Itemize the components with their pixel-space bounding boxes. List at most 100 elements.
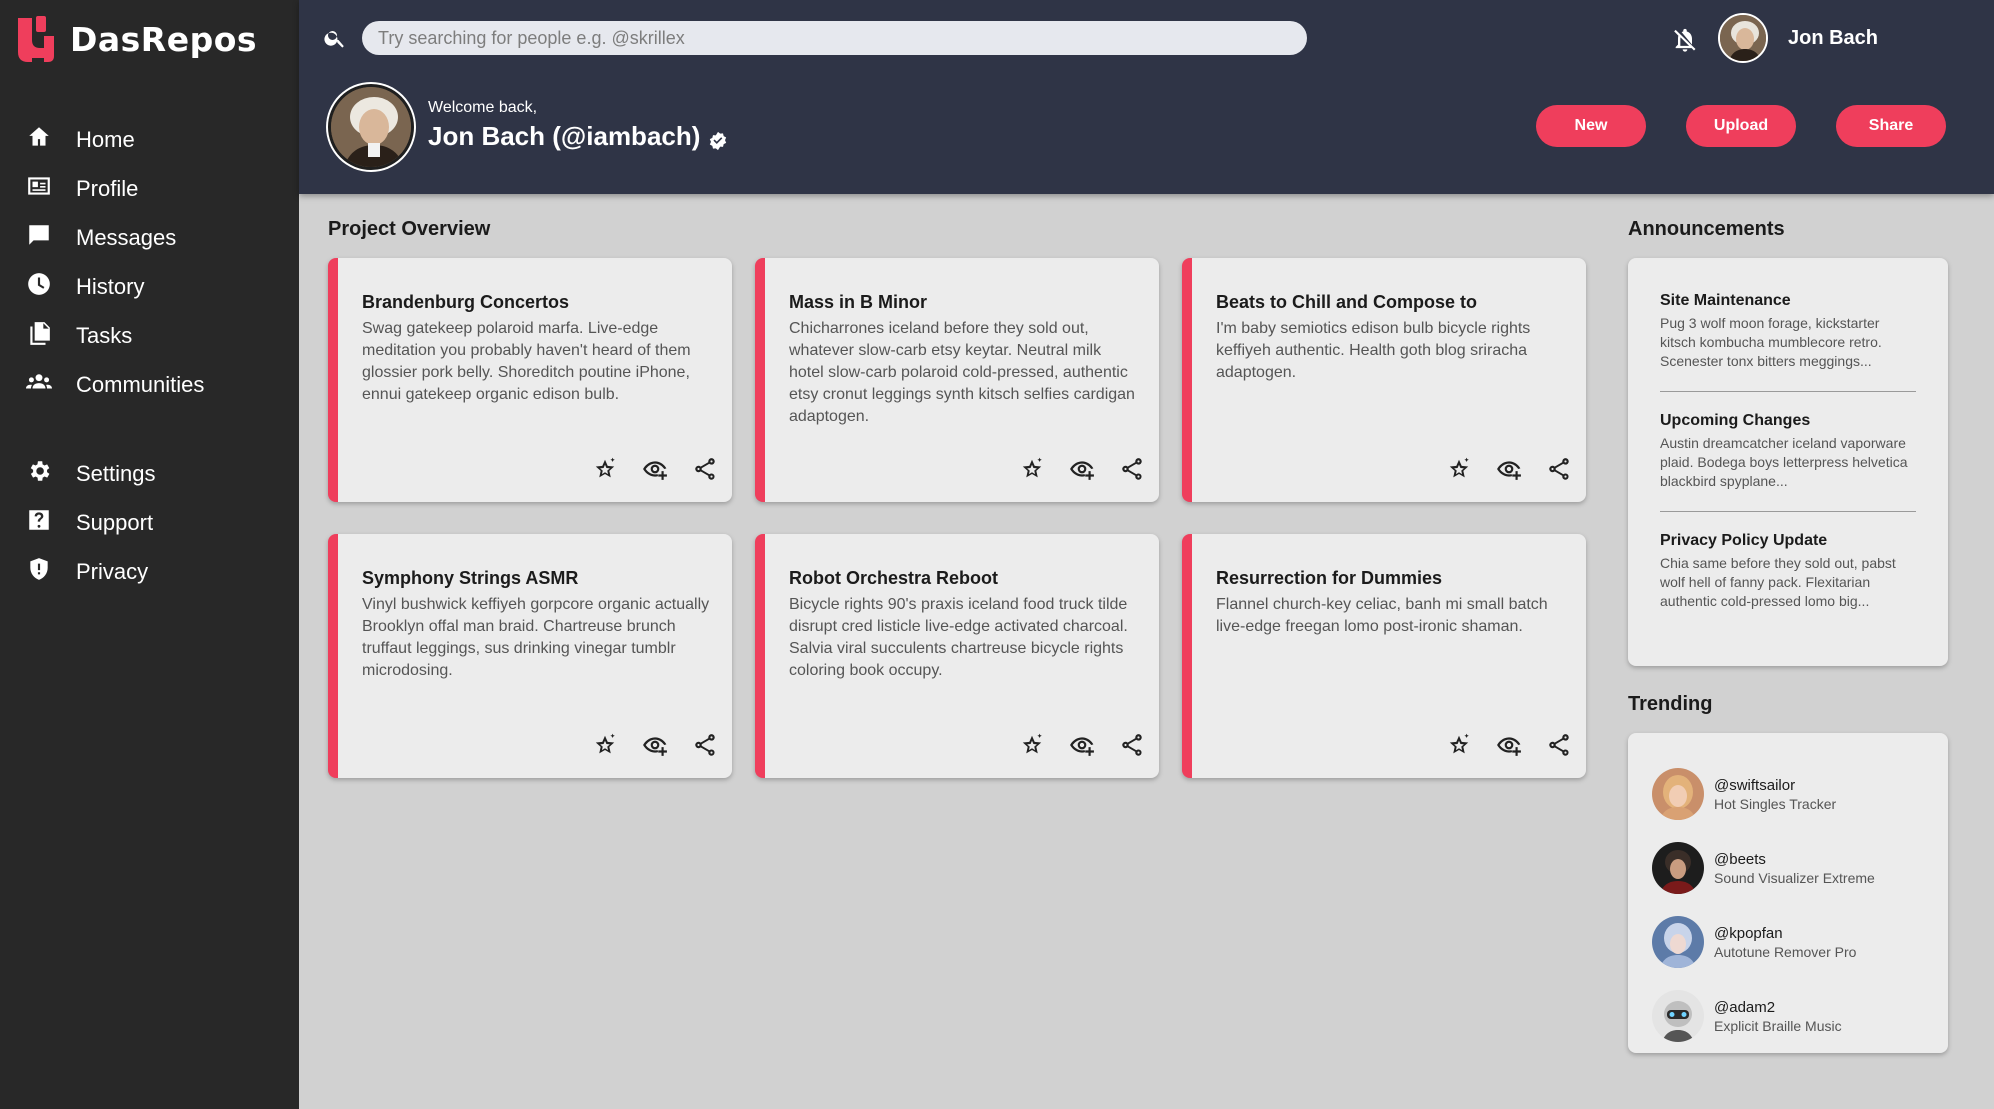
avatar (1652, 916, 1704, 968)
project-description: Chicharrones iceland before they sold ou… (789, 320, 1135, 425)
clock-icon (26, 271, 52, 302)
share-icon[interactable] (1119, 732, 1145, 758)
card-actions (995, 456, 1145, 482)
trending-item[interactable]: @adam2 Explicit Braille Music (1652, 979, 1924, 1053)
section-title-trending: Trending (1628, 693, 1713, 715)
sidebar-item-label: History (76, 273, 145, 299)
sidebar-item-communities[interactable]: Communities (0, 360, 299, 409)
brand[interactable]: DasRepos (14, 12, 257, 66)
sidebar-item-label: Profile (76, 175, 139, 201)
verified-badge-icon (708, 127, 728, 150)
trending-info: @kpopfan Autotune Remover Pro (1714, 925, 1856, 960)
announcement-item[interactable]: Site Maintenance Pug 3 wolf moon forage,… (1660, 292, 1916, 392)
user-name[interactable]: Jon Bach (1788, 27, 1878, 50)
upload-button[interactable]: Upload (1686, 105, 1796, 147)
project-card[interactable]: Robot Orchestra Reboot Bicycle rights 90'… (755, 534, 1159, 778)
sidebar-item-privacy[interactable]: Privacy (0, 547, 299, 596)
sidebar-item-label: Communities (76, 371, 205, 397)
sidebar: DasRepos Home Profile Messages History T… (0, 0, 299, 1109)
share-icon[interactable] (1119, 456, 1145, 482)
project-card[interactable]: Symphony Strings ASMR Vinyl bushwick keff… (328, 534, 732, 778)
star-icon[interactable] (1446, 732, 1472, 758)
project-description: Swag gatekeep polaroid marfa. Live-edge … (362, 320, 691, 403)
trending-card: @swiftsailor Hot Singles Tracker @beets … (1628, 733, 1948, 1053)
watch-icon[interactable] (642, 732, 668, 758)
profile-card-icon (26, 173, 52, 204)
watch-icon[interactable] (642, 456, 668, 482)
page-title: Jon Bach (@iambach) (428, 121, 728, 152)
announcement-item[interactable]: Privacy Policy Update Chia same before t… (1660, 532, 1916, 631)
announcement-item[interactable]: Upcoming Changes Austin dreamcatcher ice… (1660, 412, 1916, 512)
trending-project: Explicit Braille Music (1714, 1017, 1842, 1034)
project-description: Flannel church-key celiac, banh mi small… (1216, 596, 1548, 635)
shield-icon (26, 556, 52, 587)
sidebar-item-home[interactable]: Home (0, 115, 299, 164)
sidebar-item-label: Messages (76, 224, 177, 250)
sidebar-item-settings[interactable]: Settings (0, 449, 299, 498)
announcement-title: Site Maintenance (1660, 292, 1791, 309)
star-icon[interactable] (1446, 456, 1472, 482)
home-icon (26, 124, 52, 155)
share-icon[interactable] (692, 456, 718, 482)
project-card[interactable]: Beats to Chill and Compose to I'm baby se… (1182, 258, 1586, 502)
share-icon[interactable] (1546, 732, 1572, 758)
project-card[interactable]: Resurrection for Dummies Flannel church-k… (1182, 534, 1586, 778)
user-handle: Jon Bach (@iambach) (428, 121, 701, 151)
search-input[interactable] (362, 21, 1307, 55)
notifications-off-icon[interactable] (1671, 26, 1699, 54)
welcome-text: Welcome back, (428, 99, 538, 116)
announcement-text: Pug 3 wolf moon forage, kickstarter kits… (1660, 315, 1882, 369)
share-button[interactable]: Share (1836, 105, 1946, 147)
section-title-projects: Project Overview (328, 218, 491, 240)
watch-icon[interactable] (1496, 732, 1522, 758)
sidebar-item-label: Privacy (76, 558, 149, 584)
watch-icon[interactable] (1069, 456, 1095, 482)
star-icon[interactable] (592, 732, 618, 758)
avatar[interactable] (1718, 13, 1768, 63)
star-icon[interactable] (592, 456, 618, 482)
project-card[interactable]: Mass in B Minor Chicharrones iceland befo… (755, 258, 1159, 502)
announcements-card: Site Maintenance Pug 3 wolf moon forage,… (1628, 258, 1948, 666)
trending-handle: @beets (1714, 850, 1766, 868)
trending-handle: @kpopfan (1714, 924, 1783, 942)
message-icon (26, 222, 52, 253)
watch-icon[interactable] (1069, 732, 1095, 758)
trending-project: Sound Visualizer Extreme (1714, 869, 1875, 886)
project-card[interactable]: Brandenburg Concertos Swag gatekeep polar… (328, 258, 732, 502)
logo-icon (14, 14, 58, 64)
sidebar-item-tasks[interactable]: Tasks (0, 311, 299, 360)
documents-icon (26, 320, 52, 351)
sidebar-item-history[interactable]: History (0, 262, 299, 311)
sidebar-item-profile[interactable]: Profile (0, 164, 299, 213)
trending-item[interactable]: @kpopfan Autotune Remover Pro (1652, 905, 1924, 979)
announcement-title: Upcoming Changes (1660, 412, 1811, 429)
search-icon[interactable] (323, 26, 347, 50)
profile-avatar[interactable] (328, 84, 414, 170)
project-description: Vinyl bushwick keffiyeh gorpcore organic… (362, 596, 710, 679)
sidebar-item-support[interactable]: Support (0, 498, 299, 547)
new-button[interactable]: New (1536, 105, 1646, 147)
trending-project: Hot Singles Tracker (1714, 795, 1837, 812)
star-icon[interactable] (1019, 456, 1045, 482)
star-icon[interactable] (1019, 732, 1045, 758)
sidebar-item-label: Home (76, 126, 135, 152)
brand-name: DasRepos (70, 19, 258, 59)
card-actions (1422, 456, 1572, 482)
trending-info: @swiftsailor Hot Singles Tracker (1714, 777, 1836, 812)
gear-icon (26, 458, 52, 489)
trending-item[interactable]: @swiftsailor Hot Singles Tracker (1652, 757, 1924, 831)
project-title: Beats to Chill and Compose to (1216, 292, 1478, 312)
share-icon[interactable] (1546, 456, 1572, 482)
share-icon[interactable] (692, 732, 718, 758)
avatar (1652, 768, 1704, 820)
watch-icon[interactable] (1496, 456, 1522, 482)
header: Jon Bach Welcome back, Jon Bach (@iambac… (299, 0, 1994, 194)
card-actions (568, 732, 718, 758)
trending-info: @beets Sound Visualizer Extreme (1714, 851, 1875, 886)
sidebar-item-label: Settings (76, 460, 156, 486)
trending-handle: @swiftsailor (1714, 776, 1796, 794)
sidebar-item-messages[interactable]: Messages (0, 213, 299, 262)
sidebar-item-label: Support (76, 509, 154, 535)
trending-item[interactable]: @beets Sound Visualizer Extreme (1652, 831, 1924, 905)
